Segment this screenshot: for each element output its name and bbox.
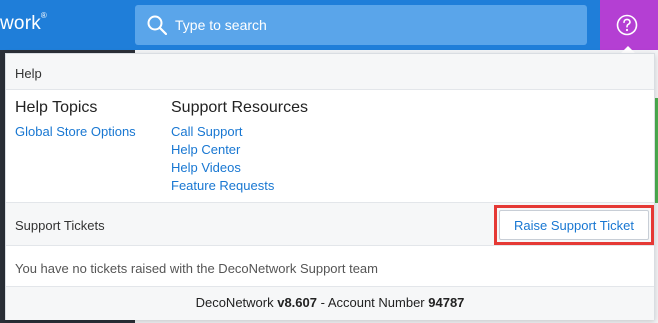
product-name: DecoNetwork: [195, 295, 278, 310]
search-bar[interactable]: Type to search: [135, 5, 587, 45]
help-panel-header: Help: [6, 54, 654, 90]
support-resources-section: Support Resources Call Support Help Cent…: [171, 99, 308, 195]
account-separator: - Account Number: [316, 295, 429, 310]
brand-logo[interactable]: work®: [0, 11, 47, 35]
search-input[interactable]: Type to search: [175, 17, 267, 33]
support-resources-heading: Support Resources: [171, 99, 308, 116]
account-number: 94787: [428, 295, 465, 310]
version-number: v8.607: [277, 295, 317, 310]
top-bar: work® Type to search: [0, 0, 658, 50]
account-footer: DecoNetwork v8.607 - Account Number 9478…: [6, 286, 654, 320]
link-help-videos[interactable]: Help Videos: [171, 159, 308, 177]
help-dropdown-panel: Help Help Topics Global Store Options Su…: [5, 53, 655, 320]
link-call-support[interactable]: Call Support: [171, 123, 308, 141]
highlight-box: Raise Support Ticket: [494, 205, 654, 245]
support-tickets-row: Support Tickets Raise Support Ticket: [6, 202, 654, 246]
search-icon: [147, 15, 167, 35]
help-topics-heading: Help Topics: [15, 99, 98, 116]
question-circle-icon: [616, 14, 638, 36]
link-feature-requests[interactable]: Feature Requests: [171, 177, 308, 195]
no-tickets-message: You have no tickets raised with the Deco…: [15, 261, 378, 276]
help-button[interactable]: [600, 0, 658, 50]
support-tickets-label: Support Tickets: [15, 218, 105, 233]
link-global-store-options[interactable]: Global Store Options: [15, 123, 136, 141]
help-topics-section: Help Topics Global Store Options: [15, 99, 136, 141]
raise-support-ticket-button[interactable]: Raise Support Ticket: [499, 210, 649, 240]
help-panel-title: Help: [15, 66, 42, 81]
link-help-center[interactable]: Help Center: [171, 141, 308, 159]
